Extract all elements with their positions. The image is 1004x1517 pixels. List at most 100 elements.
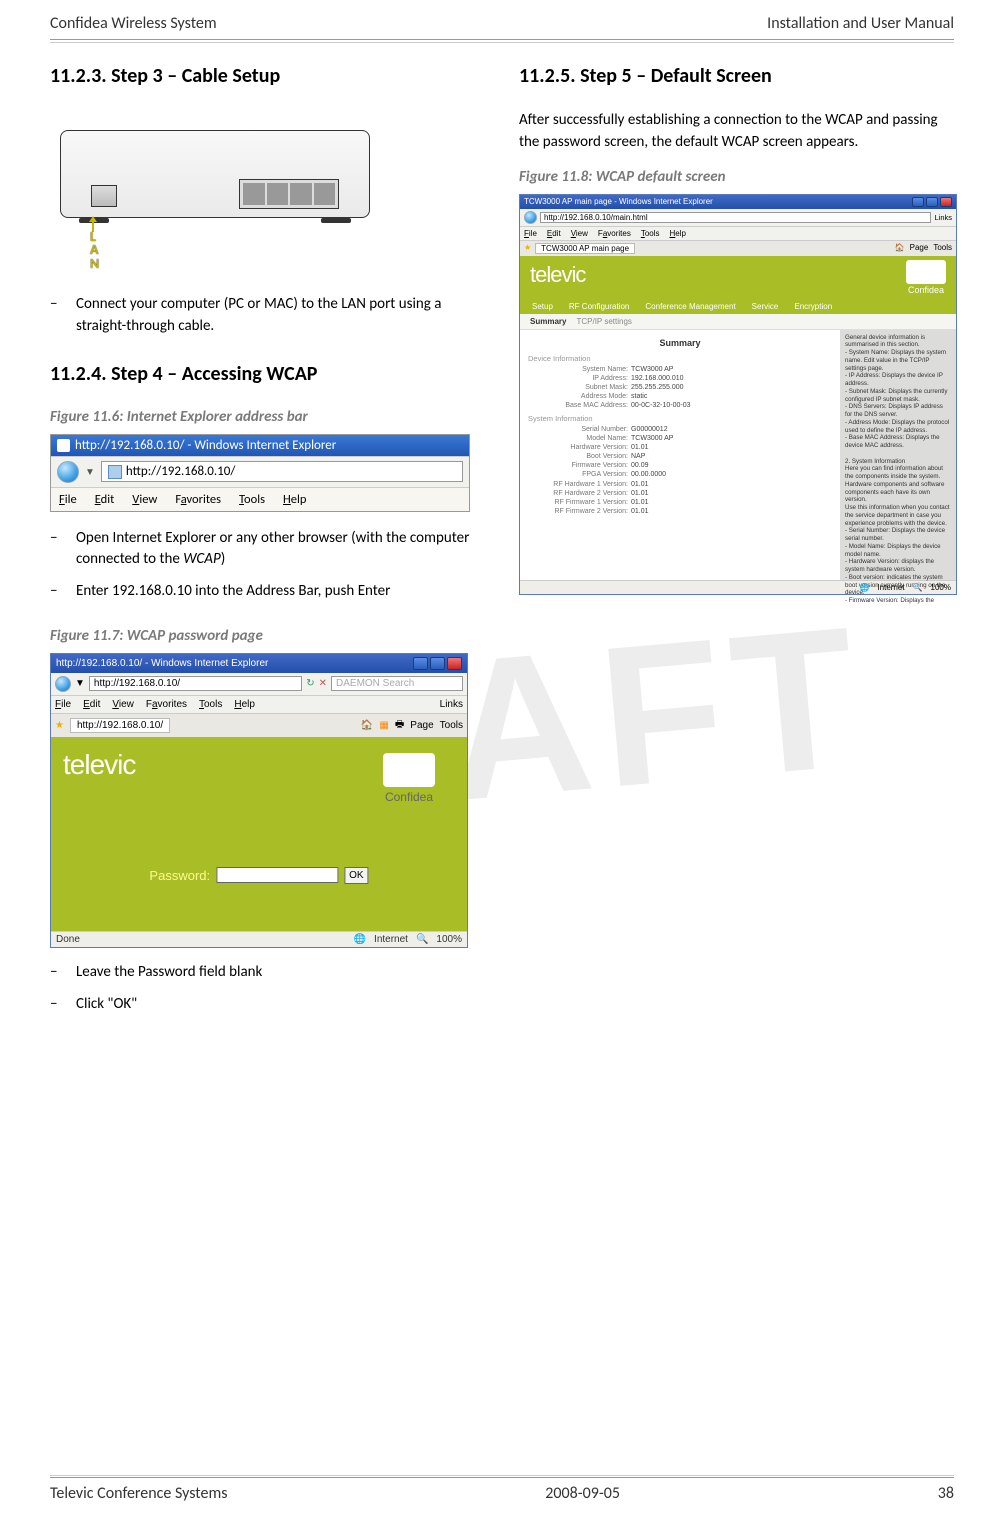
kv-row: Model Name:TCW3000 AP xyxy=(528,434,832,443)
list-item: Enter 192.168.0.10 into the Address Bar,… xyxy=(76,581,485,603)
summary-center: Summary Device Information System Name:T… xyxy=(520,330,840,580)
kv-key: System Name: xyxy=(528,365,628,374)
kv-key: IP Address: xyxy=(528,374,628,383)
ie-title-text: http://192.168.0.10/ - Windows Internet … xyxy=(75,438,336,453)
back-button[interactable] xyxy=(57,461,79,483)
tab-conference-mgmt[interactable]: Conference Management xyxy=(645,302,735,311)
kv-row: Base MAC Address:00-0C-32-10-00-03 xyxy=(528,401,832,410)
status-done: Done xyxy=(56,934,80,945)
tools-menu[interactable]: Tools xyxy=(933,243,952,254)
page-menu[interactable]: Page xyxy=(410,720,433,731)
kv-key: Hardware Version: xyxy=(528,443,628,452)
subnav: Summary TCP/IP settings xyxy=(520,314,956,330)
subnav-summary[interactable]: Summary xyxy=(530,317,566,326)
menu-tools[interactable]: Tools xyxy=(641,229,660,238)
search-icon[interactable]: ✕ xyxy=(319,678,327,689)
heading-step3: 11.2.3. Step 3 – Cable Setup xyxy=(50,64,485,88)
menu-edit[interactable]: Edit xyxy=(95,492,115,507)
kv-value: 01.01 xyxy=(631,480,649,489)
menu-tools[interactable]: Tools xyxy=(199,699,222,710)
tab-encryption[interactable]: Encryption xyxy=(794,302,832,311)
menu-favorites[interactable]: Favorites xyxy=(146,699,187,710)
browser-tab[interactable]: http://192.168.0.10/ xyxy=(70,718,170,733)
pwd-window-title: http://192.168.0.10/ - Windows Internet … xyxy=(51,654,467,673)
links-label[interactable]: Links xyxy=(934,213,952,222)
home-icon[interactable]: 🏠 xyxy=(361,720,373,731)
tab-setup[interactable]: Setup xyxy=(532,302,553,311)
page-menu[interactable]: Page xyxy=(910,243,929,254)
menu-file[interactable]: File xyxy=(59,492,77,507)
maximize-button[interactable] xyxy=(926,197,938,207)
zoom-icon[interactable]: 🔍 xyxy=(913,583,923,592)
page-header: Confidea Wireless System Installation an… xyxy=(50,0,954,40)
menu-help[interactable]: Help xyxy=(670,229,686,238)
default-green-band: televic Confidea Setup RF Configuration … xyxy=(520,256,956,314)
search-input[interactable]: DAEMON Search xyxy=(331,676,463,691)
menu-help[interactable]: Help xyxy=(283,492,306,507)
subnav-tcpip[interactable]: TCP/IP settings xyxy=(576,317,631,326)
kv-value: 00.00.0000 xyxy=(631,470,666,479)
menu-tools[interactable]: Tools xyxy=(239,492,265,507)
figure-default-screen: TCW3000 AP main page - Windows Internet … xyxy=(519,194,957,595)
menu-view[interactable]: View xyxy=(112,699,134,710)
status-bar: 🌐 Internet 🔍 100% xyxy=(520,580,956,594)
address-input[interactable]: http://192.168.0.10/ xyxy=(89,676,302,691)
menu-favorites[interactable]: Favorites xyxy=(175,492,221,507)
kv-value: 01.01 xyxy=(631,498,649,507)
menu-help[interactable]: Help xyxy=(234,699,255,710)
browser-tab[interactable]: TCW3000 AP main page xyxy=(535,243,635,254)
zoom-icon[interactable]: 🔍 xyxy=(416,934,428,945)
address-input[interactable]: http://192.168.0.10/main.html xyxy=(540,212,931,223)
tools-menu[interactable]: Tools xyxy=(440,720,463,731)
password-input[interactable] xyxy=(216,867,338,883)
kv-value: 01.01 xyxy=(631,443,649,452)
back-button[interactable] xyxy=(524,211,537,224)
feed-icon[interactable]: ▦ xyxy=(379,720,388,731)
links-label[interactable]: Links xyxy=(440,699,463,710)
confidea-logo: Confidea xyxy=(906,260,946,295)
ie-menu-bar: File Edit View Favorites Tools Help xyxy=(51,487,469,511)
kv-key: Serial Number: xyxy=(528,425,628,434)
menu-file[interactable]: File xyxy=(524,229,537,238)
kv-value: 00-0C-32-10-00-03 xyxy=(631,401,691,410)
status-zoom: 100% xyxy=(436,934,462,945)
menu-view[interactable]: View xyxy=(571,229,588,238)
refresh-icon[interactable]: ↻ xyxy=(306,678,314,689)
dropdown-icon[interactable]: ▼ xyxy=(75,678,85,689)
device-ports xyxy=(239,179,339,209)
menu-file[interactable]: File xyxy=(55,699,71,710)
maximize-button[interactable] xyxy=(430,657,445,670)
confidea-text: Confidea xyxy=(367,790,451,804)
menu-edit[interactable]: Edit xyxy=(83,699,100,710)
menu-view[interactable]: View xyxy=(132,492,157,507)
dropdown-icon[interactable]: ▼ xyxy=(85,465,95,478)
lan-label: L A N xyxy=(90,230,99,270)
status-internet: Internet xyxy=(374,934,408,945)
menu-favorites[interactable]: Favorites xyxy=(598,229,631,238)
nav-tabs: Setup RF Configuration Conference Manage… xyxy=(532,302,832,311)
back-button[interactable] xyxy=(55,676,71,692)
confidea-text: Confidea xyxy=(906,285,946,295)
close-button[interactable] xyxy=(447,657,462,670)
favorites-icon[interactable]: ★ xyxy=(55,720,64,731)
ie-address-row: ▼ http://192.168.0.10/ xyxy=(51,456,469,487)
home-icon[interactable]: 🏠 xyxy=(895,243,905,254)
pwd-tab-bar: ★ http://192.168.0.10/ 🏠 ▦ 🖶 Page Tools xyxy=(51,713,467,737)
print-icon[interactable]: 🖶 xyxy=(395,717,404,734)
kv-value: 192.168.000.010 xyxy=(631,374,684,383)
close-button[interactable] xyxy=(940,197,952,207)
kv-row: Subnet Mask:255.255.255.000 xyxy=(528,383,832,392)
tab-service[interactable]: Service xyxy=(752,302,779,311)
minimize-button[interactable] xyxy=(912,197,924,207)
internet-zone-icon: 🌐 xyxy=(859,583,869,592)
televic-logo: televic xyxy=(63,749,135,781)
menu-edit[interactable]: Edit xyxy=(547,229,561,238)
default-menu-bar: File Edit View Favorites Tools Help xyxy=(520,226,956,240)
minimize-button[interactable] xyxy=(413,657,428,670)
header-right: Installation and User Manual xyxy=(767,14,954,33)
tab-rf-config[interactable]: RF Configuration xyxy=(569,302,629,311)
kv-row: Hardware Version:01.01 xyxy=(528,443,832,452)
address-input[interactable]: http://192.168.0.10/ xyxy=(101,461,463,482)
ok-button[interactable]: OK xyxy=(344,867,368,884)
favorites-icon[interactable]: ★ xyxy=(524,243,531,254)
